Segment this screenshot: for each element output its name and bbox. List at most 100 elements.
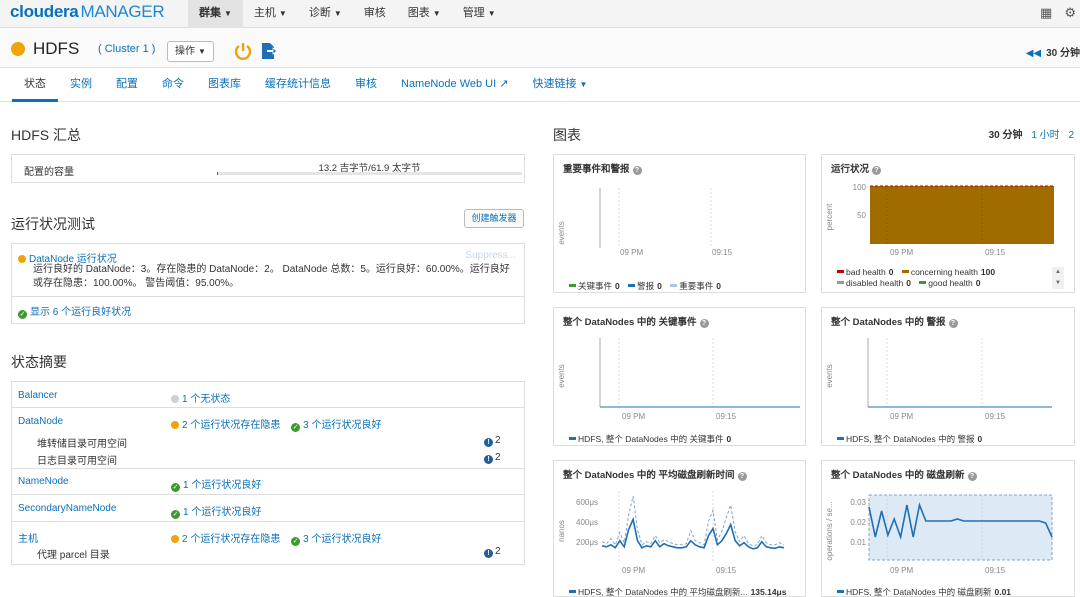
legend-scroller[interactable]: ▲ ▼ bbox=[1052, 267, 1064, 289]
chart-legend: HDFS, 整个 DataNodes 中的 警报 0 bbox=[837, 433, 988, 445]
tab-cache-statistics[interactable]: 缓存统计信息 bbox=[253, 69, 343, 102]
hdfs-summary-title: HDFS 汇总 bbox=[11, 127, 81, 143]
y-axis-label: events bbox=[557, 221, 566, 245]
legend-item[interactable]: 警报 0 bbox=[628, 281, 668, 291]
chart-legend: HDFS, 整个 DataNodes 中的 关键事件 0 bbox=[569, 433, 737, 445]
concern-icon bbox=[18, 255, 26, 263]
chart-plot: events 09 PM 09:15 bbox=[557, 188, 733, 257]
y-tick-label: 200μs bbox=[576, 538, 598, 547]
role-link-balancer[interactable]: Balancer bbox=[18, 390, 57, 401]
status-good[interactable]: ✓ 3 个运行状况良好 bbox=[291, 420, 381, 432]
support-icon[interactable]: ⚙ bbox=[1064, 5, 1076, 21]
actions-dropdown[interactable]: 操作 ▼ bbox=[167, 41, 214, 62]
tab-namenode-web-ui[interactable]: NameNode Web UI ↗ bbox=[389, 69, 520, 102]
legend-item[interactable]: disabled health 0 bbox=[837, 278, 917, 288]
double-chevron-left-icon: ◀◀ bbox=[1025, 48, 1042, 59]
status-group: 2 个运行状况存在隐患 ✓ 3 个运行状况良好 bbox=[171, 416, 381, 432]
range-option[interactable]: 2 bbox=[1068, 130, 1074, 141]
tab-quick-links[interactable]: 快速链接 ▼ bbox=[520, 69, 599, 102]
x-tick-label: 09:15 bbox=[985, 412, 1006, 421]
tab-instances[interactable]: 实例 bbox=[58, 69, 104, 102]
y-tick-label: 0.02 bbox=[850, 518, 866, 527]
chart-health: 运行状况? percent 100 50 09 PM 09:15 bad hea… bbox=[821, 154, 1075, 293]
role-link-secondarynamenode[interactable]: SecondaryNameNode bbox=[18, 503, 116, 514]
x-tick-label: 09 PM bbox=[620, 248, 643, 257]
y-tick-label: 50 bbox=[857, 211, 866, 220]
nav-admin[interactable]: 管理 ▼ bbox=[452, 0, 507, 28]
suppress-link[interactable]: Suppress... bbox=[465, 250, 516, 261]
chart-plot: events 09 PM 09:15 bbox=[557, 338, 800, 421]
table-row: DataNode 2 个运行状况存在隐患 ✓ 3 个运行状况良好 堆转储目录可用空… bbox=[12, 408, 524, 469]
status-summary-table: Balancer 1 个无状态 DataNode 2 个运行状况存在隐患 ✓ 3 … bbox=[11, 381, 525, 565]
range-option[interactable]: 1 小时 bbox=[1031, 130, 1059, 141]
tab-configuration[interactable]: 配置 bbox=[104, 69, 150, 102]
sub-health-count[interactable]: ! 2 bbox=[484, 546, 501, 558]
sub-health-count[interactable]: ! 2 bbox=[484, 452, 501, 464]
legend-item[interactable]: good health 0 bbox=[919, 278, 986, 288]
x-tick-label: 09:15 bbox=[716, 566, 737, 575]
check-icon: ✓ bbox=[171, 510, 180, 519]
x-tick-label: 09 PM bbox=[622, 566, 645, 575]
chart-datanode-critical-events: 整个 DataNodes 中的 关键事件? events 09 PM 09:15… bbox=[553, 307, 806, 446]
legend-item[interactable]: HDFS, 整个 DataNodes 中的 平均磁盘刷新... 135.14μs bbox=[569, 587, 793, 597]
role-link-datanode[interactable]: DataNode bbox=[18, 416, 63, 427]
info-icon: ! bbox=[484, 438, 493, 447]
series-line bbox=[601, 516, 785, 550]
nav-clusters[interactable]: 群集 ▼ bbox=[188, 0, 243, 28]
status-concern[interactable]: 2 个运行状况存在隐患 bbox=[171, 420, 280, 431]
status-summary-title: 状态摘要 bbox=[11, 354, 67, 370]
tab-chart-library[interactable]: 图表库 bbox=[196, 69, 253, 102]
status-good[interactable]: ✓ 1 个运行状况良好 bbox=[171, 503, 261, 519]
nav-charts[interactable]: 图表 ▼ bbox=[397, 0, 452, 28]
tab-audits[interactable]: 审核 bbox=[343, 69, 389, 102]
nav-hosts[interactable]: 主机 ▼ bbox=[243, 0, 298, 28]
external-link-icon: ↗ bbox=[499, 78, 509, 90]
range-current: 30 分钟 bbox=[988, 130, 1023, 141]
legend-item[interactable]: bad health 0 bbox=[837, 267, 899, 277]
legend-item[interactable]: HDFS, 整个 DataNodes 中的 关键事件 0 bbox=[569, 434, 737, 444]
y-axis-label: events bbox=[825, 364, 834, 388]
show-good-health-link[interactable]: ✓ 显示 6 个运行良好状况 bbox=[18, 303, 131, 319]
concern-icon bbox=[171, 421, 179, 429]
cloudera-logo[interactable]: cloudera MANAGER bbox=[10, 2, 165, 22]
concern-icon bbox=[171, 535, 179, 543]
chart-plot: events 09 PM 09:15 bbox=[825, 338, 1052, 421]
tab-status[interactable]: 状态 bbox=[12, 69, 58, 102]
nav-audits[interactable]: 审核 bbox=[353, 0, 397, 28]
cluster-link[interactable]: ( Cluster 1 ) bbox=[98, 43, 155, 55]
nav-diagnostics[interactable]: 诊断 ▼ bbox=[298, 0, 353, 28]
table-row: SecondaryNameNode ✓ 1 个运行状况良好 bbox=[12, 495, 524, 522]
capacity-bar-fill bbox=[217, 172, 218, 175]
status-good[interactable]: ✓ 1 个运行状况良好 bbox=[171, 476, 261, 492]
table-row: NameNode ✓ 1 个运行状况良好 bbox=[12, 469, 524, 495]
x-tick-label: 09 PM bbox=[622, 412, 645, 421]
legend-item[interactable]: 重要事件 0 bbox=[670, 281, 727, 291]
service-tabs: 状态 实例 配置 命令 图表库 缓存统计信息 审核 NameNode Web U… bbox=[0, 69, 1080, 102]
tab-commands[interactable]: 命令 bbox=[150, 69, 196, 102]
chart-disk-flushes: 整个 DataNodes 中的 磁盘刷新? operations / se...… bbox=[821, 460, 1075, 597]
chart-legend: 关键事件 0 警报 0 重要事件 0 bbox=[569, 280, 727, 292]
legend-item[interactable]: HDFS, 整个 DataNodes 中的 警报 0 bbox=[837, 434, 988, 444]
sub-health-count[interactable]: ! 2 bbox=[484, 435, 501, 447]
chart-important-events: 重要事件和警报? events 09 PM 09:15 关键事件 0 警报 0 重要… bbox=[553, 154, 806, 293]
sub-health-label: 代理 parcel 目录 bbox=[37, 550, 110, 561]
legend-item[interactable]: 关键事件 0 bbox=[569, 281, 626, 291]
parcel-icon[interactable]: ▦ bbox=[1040, 5, 1052, 21]
top-nav: 群集 ▼ 主机 ▼ 诊断 ▼ 审核 图表 ▼ 管理 ▼ bbox=[188, 0, 507, 28]
status-none[interactable]: 1 个无状态 bbox=[171, 390, 230, 405]
capacity-row: 配置的容量 13.2 吉字节/61.9 太字节 bbox=[11, 154, 525, 183]
y-tick-label: 600μs bbox=[576, 498, 598, 507]
create-trigger-button[interactable]: 创建触发器 bbox=[464, 209, 524, 228]
chart-plot: nanos 600μs 400μs 200μs 09 PM 09:15 bbox=[557, 491, 785, 575]
legend-item[interactable]: HDFS, 整个 DataNodes 中的 磁盘刷新 0.01 bbox=[837, 587, 1017, 597]
export-icon[interactable] bbox=[259, 41, 279, 61]
power-icon[interactable] bbox=[233, 41, 253, 61]
concerning-health-area bbox=[870, 186, 1054, 244]
charts-title: 图表 bbox=[553, 127, 581, 143]
time-range-toggle[interactable]: ◀◀ 30 分钟 bbox=[1026, 44, 1080, 59]
legend-item[interactable]: concerning health 100 bbox=[901, 267, 1001, 277]
role-link-namenode[interactable]: NameNode bbox=[18, 476, 69, 487]
x-tick-label: 09:15 bbox=[985, 248, 1006, 257]
check-icon: ✓ bbox=[291, 423, 301, 432]
role-link-hosts[interactable]: 主机 bbox=[18, 530, 38, 545]
